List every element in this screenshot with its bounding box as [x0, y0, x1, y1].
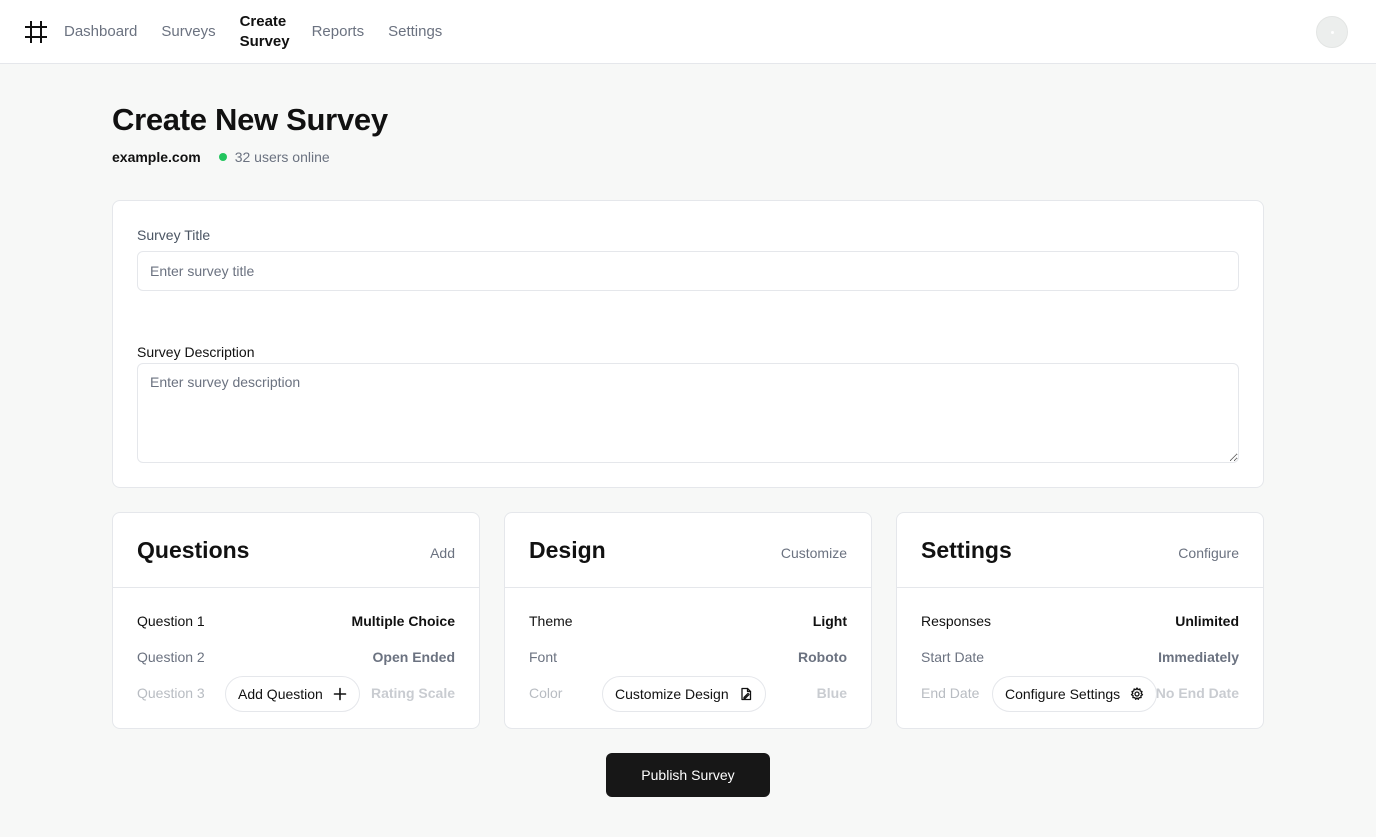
- nav-item-create-survey[interactable]: Create Survey: [240, 12, 290, 52]
- settings-panel: Settings Configure Responses Unlimited S…: [896, 512, 1264, 729]
- list-item: Theme Light: [529, 613, 847, 633]
- configure-settings-button[interactable]: Configure Settings: [992, 676, 1158, 712]
- add-link[interactable]: Add: [430, 545, 455, 561]
- page-subheader: example.com 32 users online: [112, 149, 330, 165]
- add-question-label: Add Question: [238, 686, 323, 702]
- gear-icon: [1131, 687, 1144, 700]
- questions-panel: Questions Add Question 1 Multiple Choice…: [112, 512, 480, 729]
- nav-item-dashboard[interactable]: Dashboard: [64, 22, 137, 42]
- configure-link[interactable]: Configure: [1178, 545, 1239, 561]
- page-title: Create New Survey: [112, 102, 388, 137]
- question-type: Open Ended: [372, 649, 455, 665]
- design-value: Roboto: [798, 649, 847, 665]
- design-panel: Design Customize Theme Light Font Roboto…: [504, 512, 872, 729]
- list-item: Responses Unlimited: [921, 613, 1239, 633]
- customize-design-button[interactable]: Customize Design: [602, 676, 766, 712]
- plus-icon: [333, 687, 347, 701]
- question-label: Question 3: [137, 685, 205, 701]
- setting-key: End Date: [921, 685, 980, 701]
- questions-panel-title: Questions: [137, 537, 250, 563]
- survey-title-input[interactable]: [137, 251, 1239, 291]
- hash-icon[interactable]: [24, 20, 48, 44]
- survey-details-card: Survey Title Survey Description: [112, 200, 1264, 488]
- setting-value: Unlimited: [1175, 613, 1239, 629]
- design-key: Font: [529, 649, 558, 665]
- setting-key: Start Date: [921, 649, 985, 665]
- survey-description-label: Survey Description: [137, 344, 255, 360]
- list-item: Font Roboto: [529, 649, 847, 669]
- online-users-count: 32 users online: [234, 149, 330, 165]
- customize-link[interactable]: Customize: [781, 545, 847, 561]
- design-key: Theme: [529, 613, 573, 629]
- domain-label: example.com: [112, 149, 201, 165]
- setting-key: Responses: [921, 613, 992, 629]
- list-item: Question 2 Open Ended: [137, 649, 455, 669]
- nav-item-settings[interactable]: Settings: [388, 22, 442, 42]
- questions-panel-header: Questions Add: [113, 513, 479, 588]
- file-edit-icon: [740, 687, 751, 701]
- online-status-dot: [218, 153, 227, 161]
- question-label: Question 1: [137, 613, 205, 629]
- add-question-button[interactable]: Add Question: [225, 676, 360, 712]
- settings-panel-title: Settings: [921, 537, 1012, 563]
- question-type: Multiple Choice: [351, 613, 455, 629]
- setting-value: Immediately: [1158, 649, 1239, 665]
- design-panel-title: Design: [529, 537, 606, 563]
- configure-settings-label: Configure Settings: [1005, 686, 1121, 702]
- question-type: Rating Scale: [370, 685, 455, 701]
- main-nav: Dashboard Surveys Create Survey Reports …: [64, 0, 466, 64]
- list-item: Question 1 Multiple Choice: [137, 613, 455, 633]
- design-value: Light: [812, 613, 847, 629]
- survey-title-label: Survey Title: [137, 227, 211, 243]
- settings-panel-header: Settings Configure: [897, 513, 1263, 588]
- survey-description-textarea[interactable]: [137, 363, 1239, 463]
- nav-item-surveys[interactable]: Surveys: [161, 22, 215, 42]
- question-label: Question 2: [137, 649, 205, 665]
- setting-value: No End Date: [1155, 685, 1239, 701]
- avatar[interactable]: [1316, 16, 1348, 48]
- publish-survey-button[interactable]: Publish Survey: [606, 753, 770, 797]
- design-value: Blue: [816, 685, 847, 701]
- top-navigation-bar: Dashboard Surveys Create Survey Reports …: [0, 0, 1376, 64]
- nav-item-reports[interactable]: Reports: [312, 22, 365, 42]
- design-panel-header: Design Customize: [505, 513, 871, 588]
- customize-design-label: Customize Design: [615, 686, 729, 702]
- list-item: Start Date Immediately: [921, 649, 1239, 669]
- design-key: Color: [529, 685, 563, 701]
